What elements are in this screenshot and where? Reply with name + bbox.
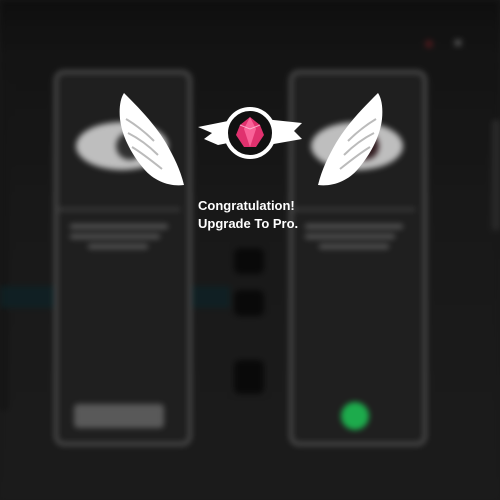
left-wing-icon [119,93,184,186]
pro-badge [110,85,390,195]
upgrade-line: Upgrade To Pro. [198,216,299,231]
upgrade-screen: × Congratulation! Upgrade To Pro. [0,0,500,500]
dim-overlay [0,0,500,500]
congrats-line: Congratulation! [198,198,295,213]
gem-icon [236,117,264,147]
right-wing-icon [318,93,383,186]
upgrade-message: Congratulation! Upgrade To Pro. [198,197,398,233]
